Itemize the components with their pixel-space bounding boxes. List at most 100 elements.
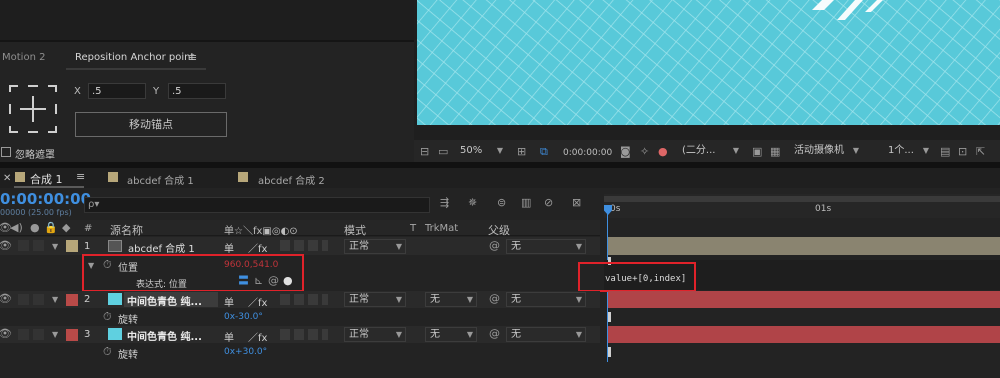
- graph-editor-icon[interactable]: ⊠: [572, 197, 581, 209]
- always-preview-icon[interactable]: ⊟: [420, 146, 429, 158]
- layer3-number: 3: [84, 329, 91, 340]
- shy-layers-icon[interactable]: ⊜: [497, 197, 506, 209]
- ignore-mask-label: 忽略遮罩: [15, 150, 55, 161]
- zoom-dropdown[interactable]: 50% ▼: [456, 144, 506, 159]
- tab-comp1[interactable]: 合成 1: [30, 171, 63, 187]
- views-dropdown[interactable]: 1个... ▼: [884, 144, 932, 159]
- layer2-duration-bar[interactable]: [608, 291, 1000, 308]
- layer3-name[interactable]: 中间色青色 纯...: [127, 328, 202, 343]
- rotation3-stopwatch-icon[interactable]: ⏱: [103, 346, 112, 358]
- layer2-expand-icon[interactable]: ▼: [52, 294, 58, 306]
- y-field[interactable]: .5: [168, 83, 226, 99]
- camera-snapshot-icon[interactable]: ◙: [620, 146, 631, 158]
- layer2-switch[interactable]: 单: [224, 294, 234, 309]
- layout-icon[interactable]: ▤: [940, 146, 950, 158]
- region-icon[interactable]: ⧉: [540, 146, 548, 158]
- timeline-timecode[interactable]: 0:00:00:00: [0, 190, 91, 208]
- rotation3-value[interactable]: 0x+30.0°: [224, 347, 267, 357]
- show-snapshot-icon[interactable]: ✧: [640, 146, 649, 158]
- layer1-pickwhip-icon[interactable]: @: [489, 240, 500, 252]
- tab-reposition-anchor-point[interactable]: Reposition Anchor point: [75, 52, 194, 63]
- tab-motion2[interactable]: Motion 2: [2, 52, 45, 63]
- monitor-icon[interactable]: ▭: [438, 146, 448, 158]
- rotation2-stopwatch-icon[interactable]: ⏱: [103, 311, 112, 323]
- x-field[interactable]: .5: [88, 83, 146, 99]
- share-view-icon[interactable]: ⇱: [976, 146, 985, 158]
- layer1-fx-switch[interactable]: ／fx: [248, 240, 267, 255]
- layer3-lock-box[interactable]: [33, 329, 44, 340]
- layer3-duration-bar[interactable]: [608, 326, 1000, 343]
- layer1-duration-bar[interactable]: [608, 237, 1000, 255]
- layer2-visibility-icon[interactable]: 👁: [0, 293, 12, 305]
- position-highlight-box: [82, 254, 304, 292]
- reset-exposure-icon[interactable]: ⊡: [958, 146, 967, 158]
- active-tab-underline: [66, 68, 206, 70]
- layer3-trkmat-dropdown[interactable]: 无 ▼: [425, 327, 477, 342]
- layer1-parent-dropdown[interactable]: 无 ▼: [506, 239, 586, 254]
- anchor-grid-icon[interactable]: [6, 82, 60, 136]
- layer3-switch[interactable]: 单: [224, 329, 234, 344]
- layer1-visibility-icon[interactable]: 👁: [0, 240, 12, 252]
- layer1-switch[interactable]: 单: [224, 240, 234, 255]
- layer2-lock-box[interactable]: [33, 294, 44, 305]
- rotation2-cursor: [608, 312, 611, 322]
- tab-comp1-close-icon[interactable]: ✕: [3, 173, 11, 184]
- chevron-down-icon: ▼: [466, 330, 473, 339]
- layer2-number: 2: [84, 294, 91, 305]
- chevron-down-icon: ▼: [732, 146, 739, 155]
- layer1-collapse-icon[interactable]: ▼: [52, 241, 58, 253]
- layer2-fx-switch[interactable]: ／fx: [248, 294, 267, 309]
- tab-comp1-menu-icon[interactable]: ≡: [76, 170, 85, 183]
- layer1-lock-box[interactable]: [33, 240, 44, 251]
- layer2-trkmat-dropdown[interactable]: 无 ▼: [425, 292, 477, 307]
- layer3-pickwhip-icon[interactable]: @: [489, 328, 500, 340]
- layer1-parent: 无: [511, 241, 521, 252]
- layer1-comp-icon: [108, 240, 122, 252]
- chevron-down-icon: ▼: [575, 330, 582, 339]
- layer3-fx-switch[interactable]: ／fx: [248, 329, 267, 344]
- ignore-mask-checkbox[interactable]: [1, 147, 11, 157]
- chevron-down-icon: ▼: [395, 295, 402, 304]
- viewer-timecode[interactable]: 0:00:00:00: [563, 148, 612, 158]
- camera-dropdown[interactable]: 活动摄像机 ▼: [790, 144, 862, 159]
- layer-search-input[interactable]: [84, 197, 430, 213]
- effects-controls-panel: [0, 0, 414, 40]
- draft-3d-icon[interactable]: ✵: [468, 197, 477, 209]
- layer3-mode-dropdown[interactable]: 正常 ▼: [344, 327, 406, 342]
- tab-comp1-swatch: [15, 172, 25, 182]
- frame-blending-icon[interactable]: ▥: [521, 197, 531, 209]
- layer1-solo-box[interactable]: [18, 240, 29, 251]
- lock-icon: 🔒: [44, 221, 58, 234]
- header-source-name[interactable]: 源名称: [110, 222, 143, 238]
- tab-abcdef1-swatch: [108, 172, 118, 182]
- layer3-solo-box[interactable]: [18, 329, 29, 340]
- layer3-expand-icon[interactable]: ▼: [52, 329, 58, 341]
- layer3-visibility-icon[interactable]: 👁: [0, 328, 12, 340]
- move-anchor-button[interactable]: 移动锚点: [75, 112, 227, 137]
- layer2-solid-swatch: [108, 293, 122, 305]
- panel-menu-icon[interactable]: ≡: [188, 51, 197, 64]
- layer2-mode-dropdown[interactable]: 正常 ▼: [344, 292, 406, 307]
- layer2-parent-dropdown[interactable]: 无 ▼: [506, 292, 586, 307]
- motion-blur-icon[interactable]: ⊘: [544, 197, 553, 209]
- rotation2-value[interactable]: 0x-30.0°: [224, 312, 263, 322]
- roi-icon[interactable]: ▣: [752, 146, 762, 158]
- layer1-mode-dropdown[interactable]: 正常 ▼: [344, 239, 406, 254]
- composition-preview[interactable]: [417, 0, 1000, 125]
- layer1-label-color[interactable]: [66, 240, 78, 252]
- fit-icon[interactable]: ⊞: [517, 146, 526, 158]
- layer2-label-color[interactable]: [66, 294, 78, 306]
- resolution-dropdown[interactable]: (二分... ▼: [678, 144, 742, 159]
- tab-abcdef-comp2[interactable]: abcdef 合成 2: [258, 172, 325, 187]
- layer2-solo-box[interactable]: [18, 294, 29, 305]
- work-area-bar[interactable]: [604, 196, 1000, 202]
- layer3-parent-dropdown[interactable]: 无 ▼: [506, 327, 586, 342]
- transparency-grid-icon[interactable]: ▦: [770, 146, 780, 158]
- color-channel-icon[interactable]: ●: [658, 146, 668, 158]
- layer2-name[interactable]: 中间色青色 纯...: [127, 293, 202, 308]
- layer2-pickwhip-icon[interactable]: @: [489, 293, 500, 305]
- tab-abcdef-comp1[interactable]: abcdef 合成 1: [127, 172, 194, 187]
- layer1-name[interactable]: abcdef 合成 1: [128, 240, 195, 255]
- layer3-label-color[interactable]: [66, 329, 78, 341]
- comp-mini-flowchart-icon[interactable]: ⇶: [440, 197, 449, 209]
